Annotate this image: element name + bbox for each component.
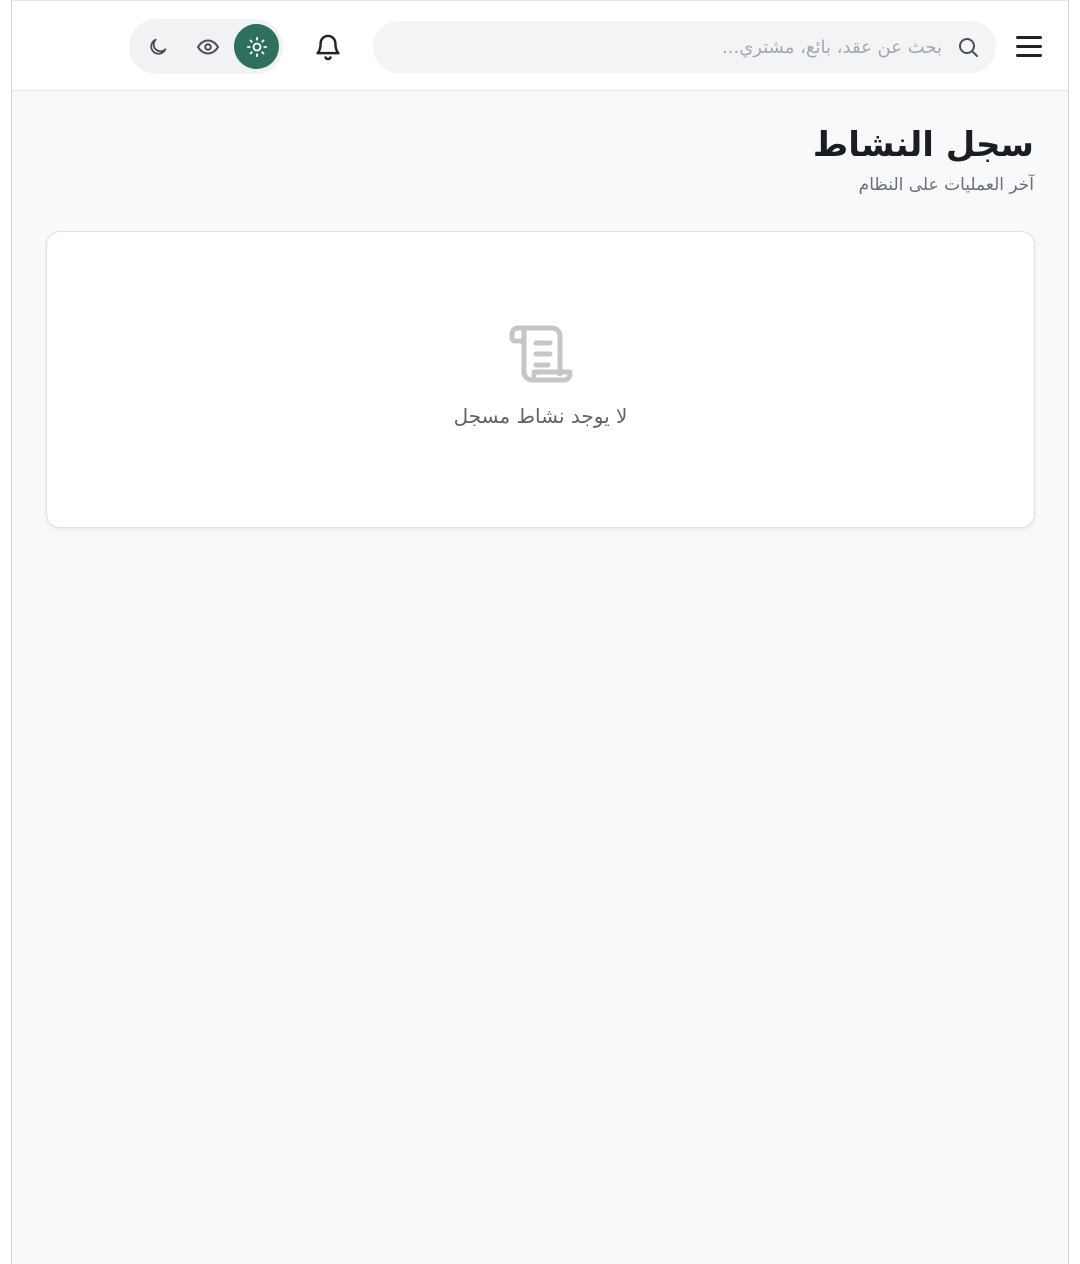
light-theme-button[interactable] [234, 24, 279, 69]
search-bar[interactable] [373, 21, 996, 73]
eye-icon [196, 39, 219, 54]
search-input[interactable] [422, 29, 942, 65]
dark-theme-button[interactable] [135, 24, 180, 69]
empty-state-message: لا يوجد نشاط مسجل [453, 404, 628, 428]
hamburger-menu-button[interactable] [1013, 30, 1045, 62]
menu-line [1016, 53, 1042, 57]
sun-icon [246, 36, 267, 57]
theme-switcher [129, 19, 283, 74]
page-subtitle: آخر العمليات على النظام [858, 175, 1034, 195]
top-header [12, 1, 1068, 91]
eye-comfort-theme-button[interactable] [185, 24, 230, 69]
bell-icon[interactable] [313, 31, 343, 63]
activity-log-card: لا يوجد نشاط مسجل [46, 231, 1035, 528]
menu-line [1016, 35, 1042, 39]
page-title: سجل النشاط [812, 125, 1034, 165]
scroll-icon [509, 325, 573, 383]
moon-icon [149, 38, 166, 55]
search-icon [959, 38, 978, 57]
menu-line [1016, 44, 1042, 48]
app-frame: سجل النشاط آخر العمليات على النظام لا يو… [11, 0, 1069, 1264]
